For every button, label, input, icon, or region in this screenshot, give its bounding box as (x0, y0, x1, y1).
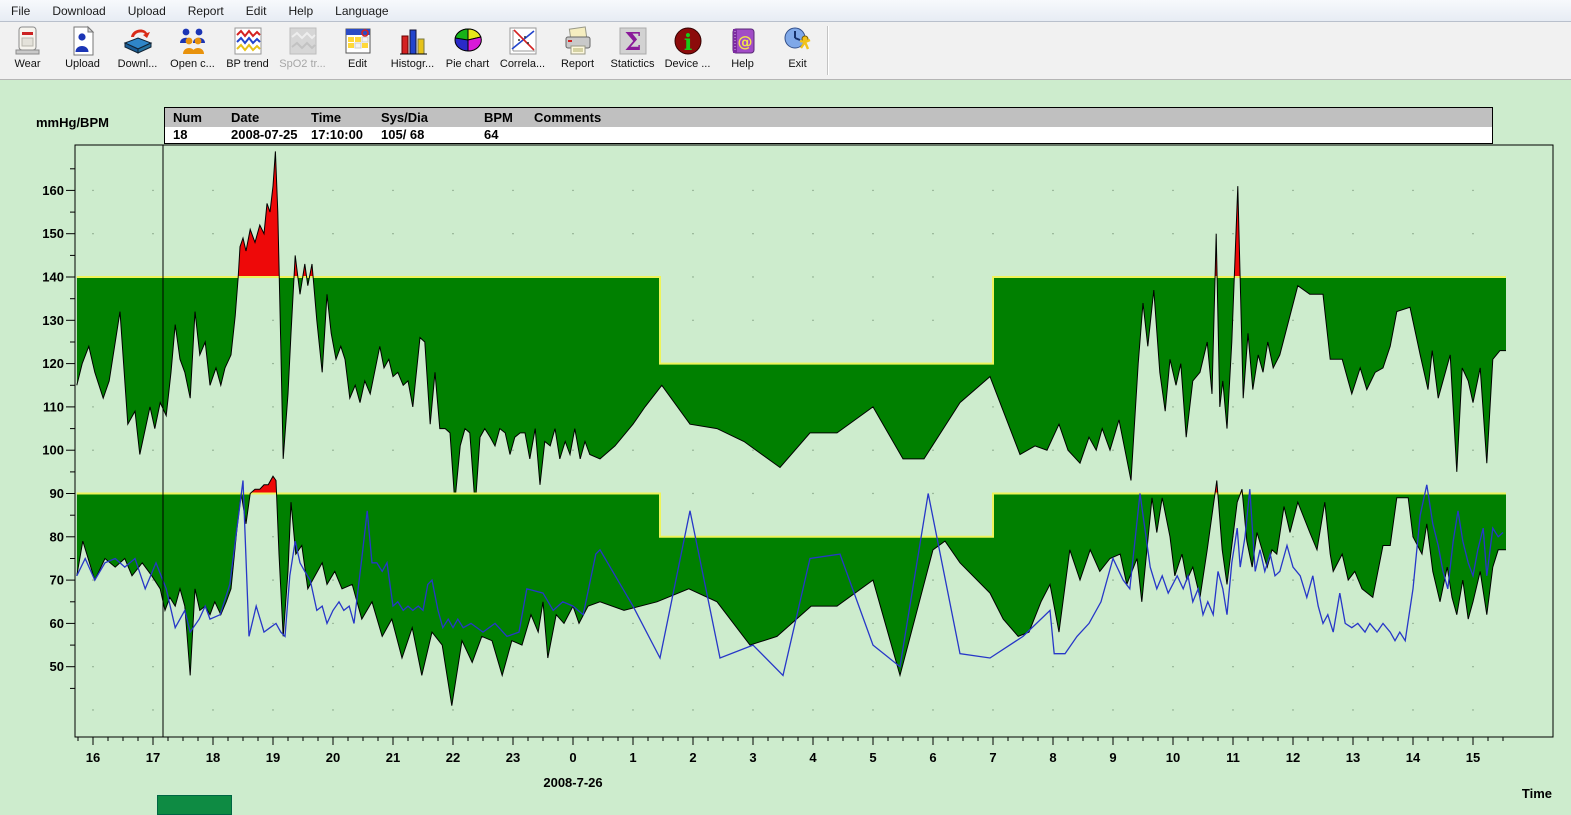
svg-text:60: 60 (50, 616, 64, 631)
column-header-num: Num (165, 108, 223, 127)
cell-comments (526, 127, 1492, 143)
svg-text:19: 19 (266, 750, 280, 765)
svg-text:5: 5 (869, 750, 876, 765)
svg-text:12: 12 (1286, 750, 1300, 765)
svg-text:14: 14 (1406, 750, 1421, 765)
cell-date: 2008-07-25 (223, 127, 303, 143)
svg-text:13: 13 (1346, 750, 1360, 765)
column-header-date: Date (223, 108, 303, 127)
svg-text:21: 21 (386, 750, 400, 765)
svg-text:120: 120 (42, 356, 64, 371)
y-axis-unit-label: mmHg/BPM (36, 115, 109, 130)
svg-text:22: 22 (446, 750, 460, 765)
svg-text:1: 1 (629, 750, 636, 765)
cell-sysdia: 105/ 68 (373, 127, 476, 143)
svg-text:130: 130 (42, 313, 64, 328)
svg-text:6: 6 (929, 750, 936, 765)
svg-text:70: 70 (50, 573, 64, 588)
svg-text:23: 23 (506, 750, 520, 765)
legend-swatch (157, 795, 232, 815)
cell-num: 18 (165, 127, 223, 143)
svg-text:7: 7 (989, 750, 996, 765)
column-header-comments: Comments (526, 108, 1492, 127)
measurement-table-header: Num Date Time Sys/Dia BPM Comments (165, 108, 1492, 127)
cell-time: 17:10:00 (303, 127, 373, 143)
svg-text:140: 140 (42, 270, 64, 285)
column-header-sysdia: Sys/Dia (373, 108, 476, 127)
measurement-table: Num Date Time Sys/Dia BPM Comments 18 20… (164, 107, 1493, 144)
svg-text:10: 10 (1166, 750, 1180, 765)
svg-text:0: 0 (569, 750, 576, 765)
x-axis-time-label: Time (1522, 786, 1552, 801)
svg-text:110: 110 (43, 399, 64, 414)
svg-text:17: 17 (146, 750, 160, 765)
svg-text:2: 2 (689, 750, 696, 765)
svg-text:150: 150 (42, 226, 64, 241)
svg-text:4: 4 (809, 750, 817, 765)
svg-text:90: 90 (50, 486, 64, 501)
svg-text:20: 20 (326, 750, 340, 765)
column-header-time: Time (303, 108, 373, 127)
table-row[interactable]: 18 2008-07-25 17:10:00 105/ 68 64 (165, 127, 1492, 143)
svg-text:80: 80 (50, 529, 64, 544)
svg-text:15: 15 (1466, 750, 1480, 765)
column-header-bpm: BPM (476, 108, 526, 127)
cell-bpm: 64 (476, 127, 526, 143)
svg-text:3: 3 (749, 750, 756, 765)
svg-text:18: 18 (206, 750, 220, 765)
svg-text:100: 100 (42, 443, 64, 458)
svg-text:50: 50 (50, 659, 64, 674)
svg-text:16: 16 (86, 750, 100, 765)
x-axis-date-label: 2008-7-26 (543, 775, 602, 790)
svg-text:11: 11 (1226, 750, 1240, 765)
svg-text:160: 160 (42, 183, 64, 198)
svg-text:8: 8 (1049, 750, 1056, 765)
svg-text:9: 9 (1109, 750, 1116, 765)
